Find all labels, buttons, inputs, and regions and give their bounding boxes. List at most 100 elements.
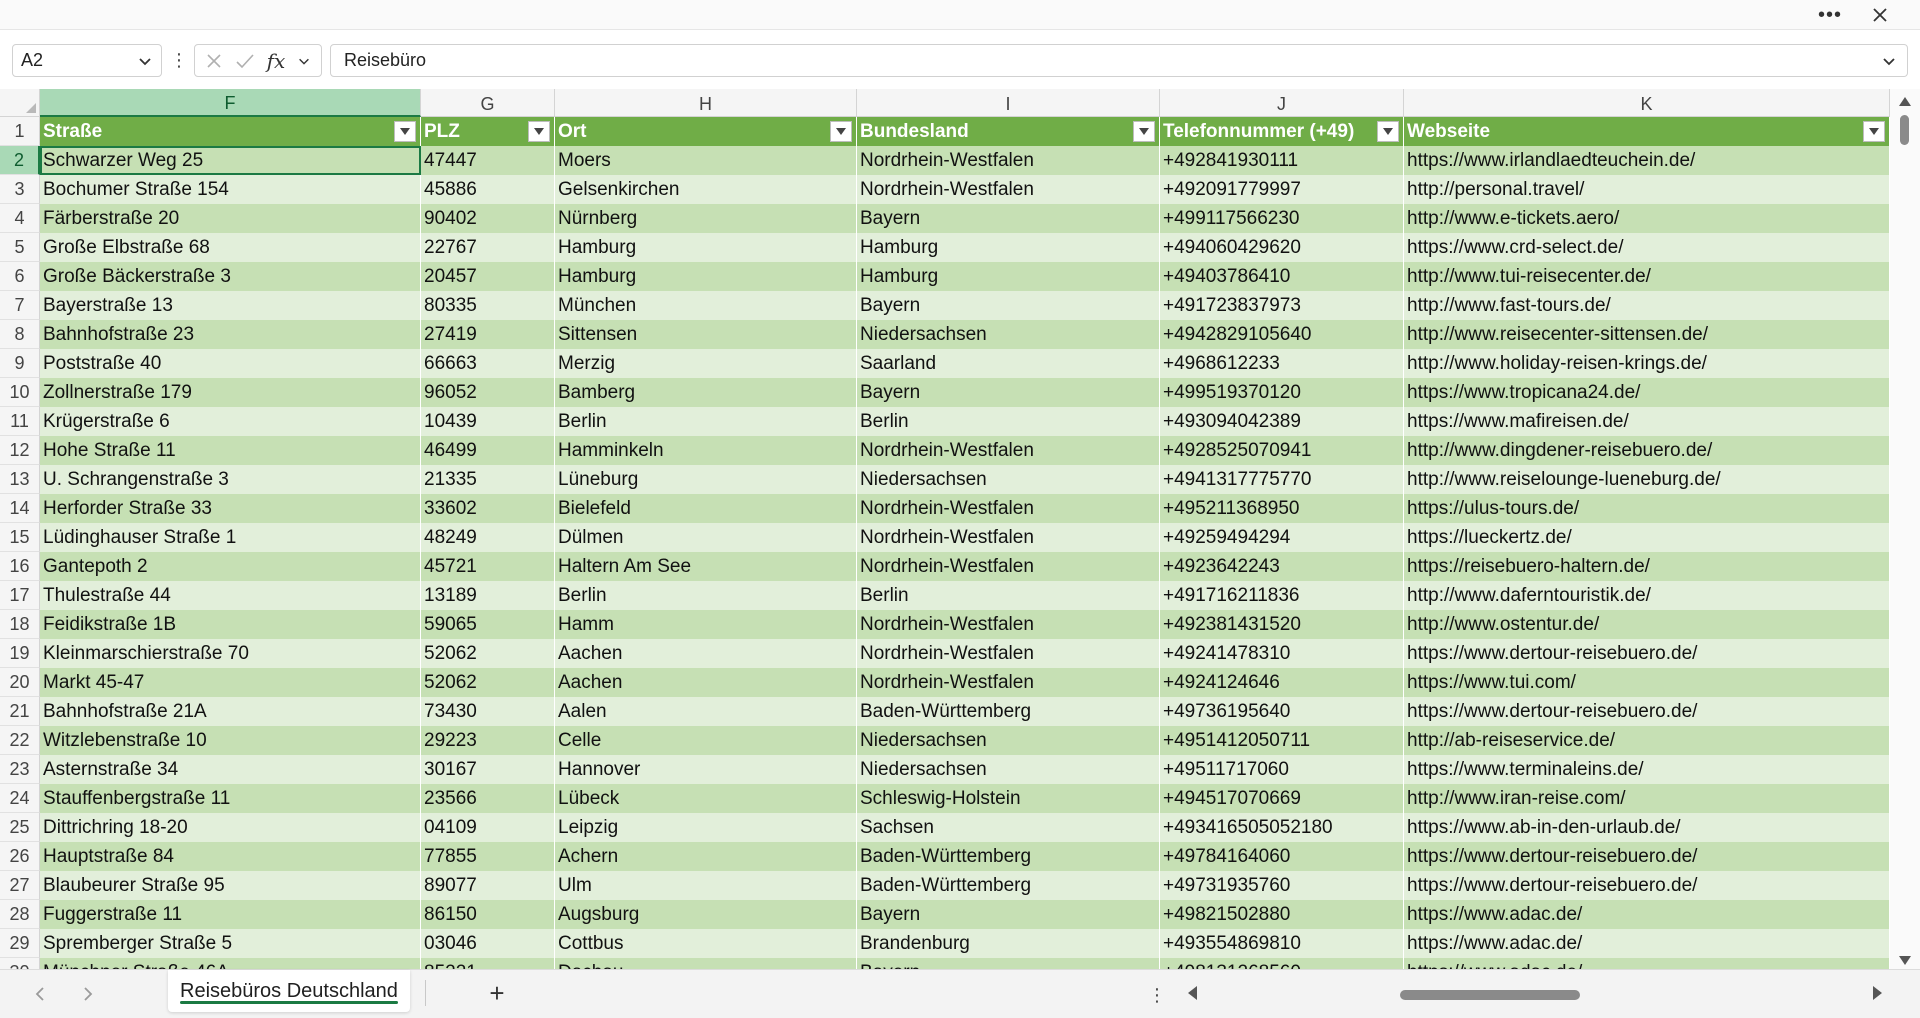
table-cell[interactable]: +499117566230	[1160, 204, 1404, 233]
table-cell[interactable]: Poststraße 40	[40, 349, 421, 378]
table-cell[interactable]: Witzlebenstraße 10	[40, 726, 421, 755]
table-cell[interactable]: Nordrhein-Westfalen	[857, 146, 1160, 175]
table-cell[interactable]: 52062	[421, 668, 555, 697]
scroll-up-icon[interactable]	[1898, 95, 1912, 107]
table-cell[interactable]: http://ab-reiseservice.de/	[1404, 726, 1890, 755]
table-cell[interactable]: Berlin	[555, 581, 857, 610]
column-header-k[interactable]: K	[1404, 89, 1890, 117]
table-cell[interactable]: http://www.holiday-reisen-krings.de/	[1404, 349, 1890, 378]
table-cell[interactable]: Herforder Straße 33	[40, 494, 421, 523]
table-cell[interactable]: +493094042389	[1160, 407, 1404, 436]
table-cell[interactable]: Münchner Straße 46A	[40, 958, 421, 969]
column-header-i[interactable]: I	[857, 89, 1160, 117]
table-cell[interactable]: Blaubeurer Straße 95	[40, 871, 421, 900]
table-cell[interactable]: 10439	[421, 407, 555, 436]
column-header-h[interactable]: H	[555, 89, 857, 117]
table-cell[interactable]: https://www.dertour-reisebuero.de/	[1404, 871, 1890, 900]
table-cell[interactable]: +4951412050711	[1160, 726, 1404, 755]
table-cell[interactable]: https://ulus-tours.de/	[1404, 494, 1890, 523]
table-cell[interactable]: 47447	[421, 146, 555, 175]
table-cell[interactable]: Baden-Württemberg	[857, 697, 1160, 726]
table-cell[interactable]: Fuggerstraße 11	[40, 900, 421, 929]
table-cell[interactable]: Dülmen	[555, 523, 857, 552]
table-cell[interactable]: Niedersachsen	[857, 320, 1160, 349]
column-header-g[interactable]: G	[421, 89, 555, 117]
table-cell[interactable]: Schwarzer Weg 25	[40, 146, 421, 175]
table-cell[interactable]: https://www.adac.de/	[1404, 929, 1890, 958]
sheet-options-button[interactable]: ⋮	[1148, 980, 1166, 1010]
table-cell[interactable]: Nürnberg	[555, 204, 857, 233]
table-cell[interactable]: https://reisebuero-haltern.de/	[1404, 552, 1890, 581]
scroll-right-icon[interactable]	[1872, 985, 1884, 1001]
filter-dropdown-button[interactable]	[528, 121, 550, 142]
table-cell[interactable]: +4924124646	[1160, 668, 1404, 697]
table-cell[interactable]: 23566	[421, 784, 555, 813]
table-cell[interactable]: Nordrhein-Westfalen	[857, 523, 1160, 552]
table-cell[interactable]: http://www.e-tickets.aero/	[1404, 204, 1890, 233]
row-header[interactable]: 11	[0, 407, 40, 436]
row-header[interactable]: 20	[0, 668, 40, 697]
table-cell[interactable]: Lübeck	[555, 784, 857, 813]
close-button[interactable]	[1860, 0, 1900, 30]
table-cell[interactable]: Hauptstraße 84	[40, 842, 421, 871]
table-cell[interactable]: Feidikstraße 1B	[40, 610, 421, 639]
table-cell[interactable]: Bamberg	[555, 378, 857, 407]
table-cell[interactable]: Lüdinghauser Straße 1	[40, 523, 421, 552]
table-cell[interactable]: +49511717060	[1160, 755, 1404, 784]
table-cell[interactable]: https://www.crd-select.de/	[1404, 233, 1890, 262]
table-cell[interactable]: +4968612233	[1160, 349, 1404, 378]
table-cell[interactable]: 85221	[421, 958, 555, 969]
table-cell[interactable]: https://www.terminaleins.de/	[1404, 755, 1890, 784]
row-header[interactable]: 12	[0, 436, 40, 465]
table-cell[interactable]: http://www.reisecenter-sittensen.de/	[1404, 320, 1890, 349]
row-header[interactable]: 6	[0, 262, 40, 291]
row-header[interactable]: 16	[0, 552, 40, 581]
row-header[interactable]: 30	[0, 958, 40, 969]
table-cell[interactable]: +492091779997	[1160, 175, 1404, 204]
table-cell[interactable]: Celle	[555, 726, 857, 755]
table-cell[interactable]: +492381431520	[1160, 610, 1404, 639]
table-cell[interactable]: 73430	[421, 697, 555, 726]
table-header-cell[interactable]: Straße	[40, 117, 421, 146]
table-cell[interactable]: Bayern	[857, 204, 1160, 233]
table-cell[interactable]: Nordrhein-Westfalen	[857, 175, 1160, 204]
next-sheet-button[interactable]	[76, 982, 100, 1006]
table-cell[interactable]: +49821502880	[1160, 900, 1404, 929]
table-cell[interactable]: https://www.tropicana24.de/	[1404, 378, 1890, 407]
table-cell[interactable]: 52062	[421, 639, 555, 668]
table-cell[interactable]: Hamburg	[857, 262, 1160, 291]
table-cell[interactable]: Bayern	[857, 291, 1160, 320]
table-cell[interactable]: 66663	[421, 349, 555, 378]
table-cell[interactable]: Spremberger Straße 5	[40, 929, 421, 958]
table-cell[interactable]: München	[555, 291, 857, 320]
horizontal-scrollbar[interactable]	[1205, 990, 1865, 1000]
table-cell[interactable]: 45886	[421, 175, 555, 204]
filter-dropdown-button[interactable]	[1133, 121, 1155, 142]
table-cell[interactable]: +49731935760	[1160, 871, 1404, 900]
table-cell[interactable]: 48249	[421, 523, 555, 552]
table-cell[interactable]: Schleswig-Holstein	[857, 784, 1160, 813]
table-cell[interactable]: 59065	[421, 610, 555, 639]
row-header[interactable]: 7	[0, 291, 40, 320]
table-cell[interactable]: 90402	[421, 204, 555, 233]
table-cell[interactable]: 33602	[421, 494, 555, 523]
table-cell[interactable]: Aachen	[555, 668, 857, 697]
table-cell[interactable]: Markt 45-47	[40, 668, 421, 697]
table-cell[interactable]: https://www.dertour-reisebuero.de/	[1404, 697, 1890, 726]
table-cell[interactable]: 96052	[421, 378, 555, 407]
table-cell[interactable]: Nordrhein-Westfalen	[857, 436, 1160, 465]
table-cell[interactable]: 21335	[421, 465, 555, 494]
table-cell[interactable]: Nordrhein-Westfalen	[857, 639, 1160, 668]
row-header[interactable]: 8	[0, 320, 40, 349]
row-header[interactable]: 24	[0, 784, 40, 813]
vertical-scroll-thumb[interactable]	[1900, 115, 1909, 145]
table-header-cell[interactable]: Ort	[555, 117, 857, 146]
table-header-cell[interactable]: Webseite	[1404, 117, 1890, 146]
table-cell[interactable]: Hamburg	[555, 233, 857, 262]
table-cell[interactable]: +49241478310	[1160, 639, 1404, 668]
table-cell[interactable]: 86150	[421, 900, 555, 929]
table-cell[interactable]: 30167	[421, 755, 555, 784]
table-cell[interactable]: https://www.adac.de/	[1404, 900, 1890, 929]
table-cell[interactable]: 77855	[421, 842, 555, 871]
table-cell[interactable]: Hamm	[555, 610, 857, 639]
